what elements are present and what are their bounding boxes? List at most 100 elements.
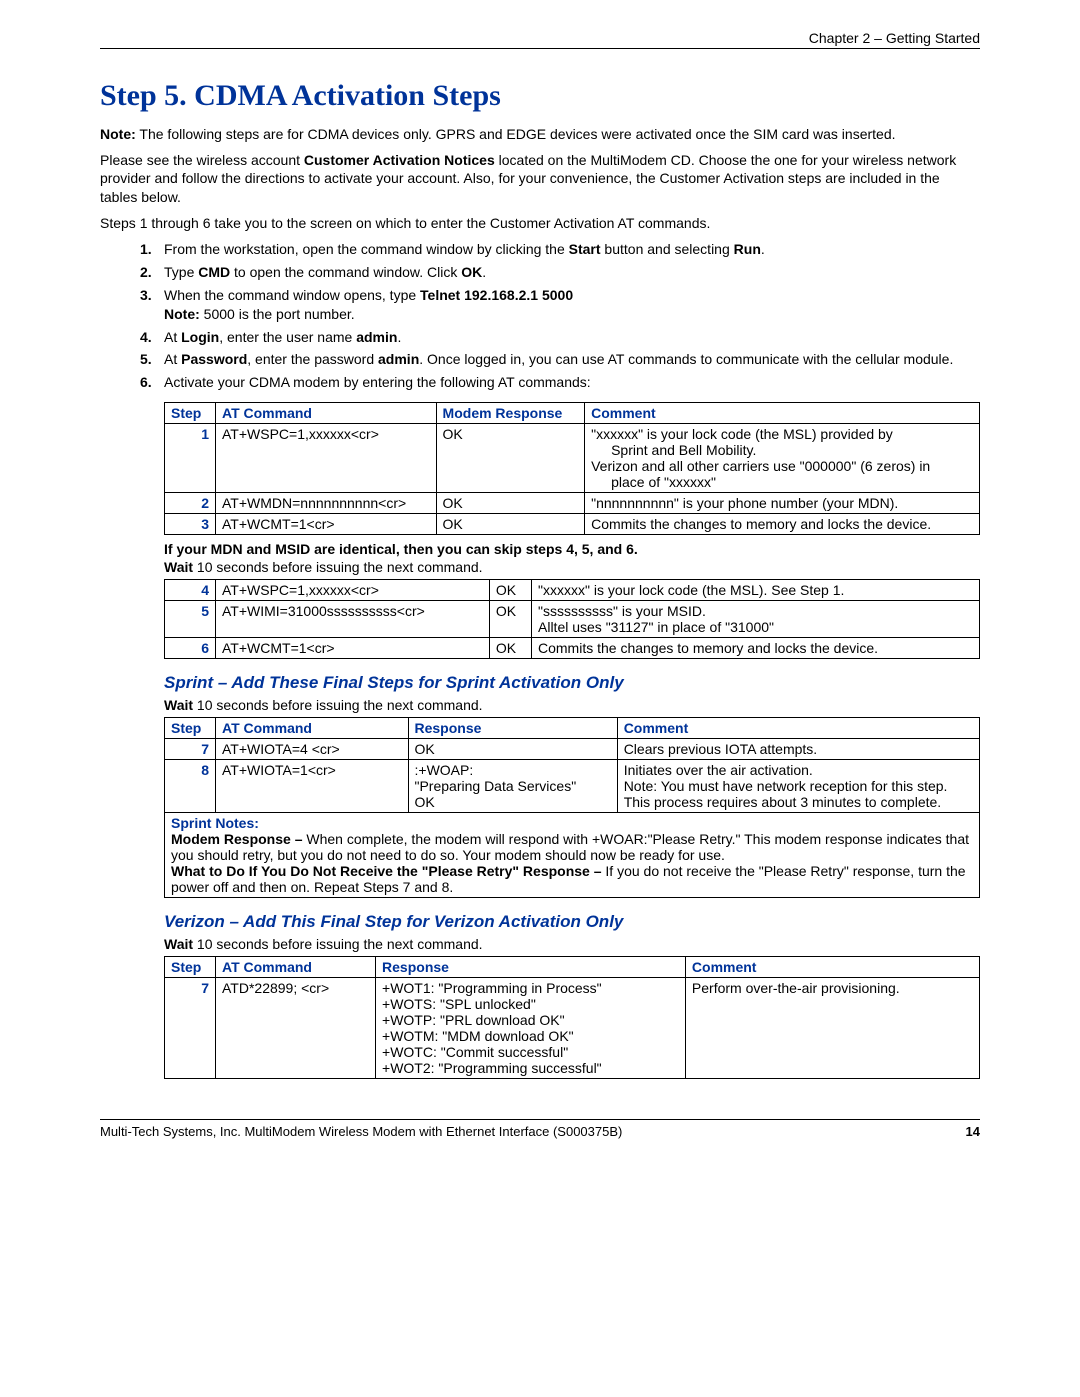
cell-comment: "xxxxxx" is your lock code (the MSL). Se… [532,580,980,601]
table-row: 1 AT+WSPC=1,xxxxxx<cr> OK "xxxxxx" is yo… [165,424,980,493]
text: OK [415,794,435,810]
th-step: Step [165,718,216,739]
text-bold: Wait [164,697,193,713]
verizon-heading: Verizon – Add This Final Step for Verizo… [164,912,980,932]
text: At [164,329,181,345]
sprint-notes-label: Sprint Notes: [171,815,259,831]
text: :+WOAP: [415,762,474,778]
text: When the command window opens, type [164,287,420,303]
text: +WOTS: "SPL unlocked" [382,996,536,1012]
cell-cmd: AT+WCMT=1<cr> [216,514,437,535]
text: From the workstation, open the command w… [164,241,569,257]
th-at-command: AT Command [216,403,437,424]
cell-step: 8 [165,760,216,813]
step-4: 4. At Login, enter the user name admin. [140,328,980,347]
text: 10 seconds before issuing the next comma… [193,697,483,713]
cell-resp: OK [408,739,617,760]
th-step: Step [165,403,216,424]
th-step: Step [165,957,216,978]
cell-cmd: AT+WIMI=31000ssssssssss<cr> [216,601,490,638]
text-bold: OK [461,264,482,280]
at-command-table-2: 4 AT+WSPC=1,xxxxxx<cr> OK "xxxxxx" is yo… [164,579,980,659]
text-bold: admin [356,329,397,345]
text: Alltel uses "31127" in place of "31000" [538,619,774,635]
verizon-section: Verizon – Add This Final Step for Verizo… [164,912,980,1079]
text: Initiates over the air activation. [624,762,813,778]
wait-note: Wait 10 seconds before issuing the next … [164,559,980,575]
text: This process requires about 3 minutes to… [624,794,942,810]
table-row: 7 ATD*22899; <cr> +WOT1: "Programming in… [165,978,980,1079]
cell-resp: OK [489,638,531,659]
text-bold: Telnet 192.168.2.1 5000 [420,287,573,303]
cell-step: 7 [165,978,216,1079]
sprint-notes-cell: Sprint Notes: Modem Response – When comp… [165,813,980,898]
th-modem-response: Modem Response [436,403,585,424]
skip-steps-note: If your MDN and MSID are identical, then… [164,541,980,557]
page: Chapter 2 – Getting Started Step 5. CDMA… [0,0,1080,1179]
note-text: The following steps are for CDMA devices… [136,126,896,142]
cell-comment: "xxxxxx" is your lock code (the MSL) pro… [585,424,980,493]
text-bold: What to Do If You Do Not Receive the "Pl… [171,863,605,879]
text: "ssssssssss" is your MSID. [538,603,706,619]
text: Note: You must have network reception fo… [624,778,948,794]
wait-note-verizon: Wait 10 seconds before issuing the next … [164,936,980,952]
text-bold: admin [378,351,419,367]
table1-block: Step AT Command Modem Response Comment 1… [164,402,980,659]
sprint-section: Sprint – Add These Final Steps for Sprin… [164,673,980,898]
text-bold: CMD [198,264,230,280]
text: , enter the password [247,351,378,367]
cell-comment: Commits the changes to memory and locks … [585,514,980,535]
text: At [164,351,181,367]
text: . [761,241,765,257]
page-number: 14 [966,1124,980,1139]
step-2: 2. Type CMD to open the command window. … [140,263,980,282]
text-bold: Wait [164,936,193,952]
text-bold: Customer Activation Notices [304,152,495,168]
footer: Multi-Tech Systems, Inc. MultiModem Wire… [100,1119,980,1139]
th-response: Response [408,718,617,739]
sprint-table: Step AT Command Response Comment 7 AT+WI… [164,717,980,898]
note-paragraph: Note: The following steps are for CDMA d… [100,125,980,143]
cell-cmd: AT+WIOTA=4 <cr> [216,739,409,760]
note-label: Note: [100,126,136,142]
cell-cmd: AT+WIOTA=1<cr> [216,760,409,813]
text: . [397,329,401,345]
th-comment: Comment [617,718,979,739]
table-row: 6 AT+WCMT=1<cr> OK Commits the changes t… [165,638,980,659]
text: button and selecting [601,241,734,257]
cell-cmd: AT+WSPC=1,xxxxxx<cr> [216,424,437,493]
cell-resp: OK [489,601,531,638]
text: Activate your CDMA modem by entering the… [164,374,591,390]
customer-notices-paragraph: Please see the wireless account Customer… [100,151,980,206]
cell-resp: OK [436,493,585,514]
at-command-table-1: Step AT Command Modem Response Comment 1… [164,402,980,535]
text-bold: Wait [164,559,193,575]
step-5: 5. At Password, enter the password admin… [140,350,980,369]
th-at-command: AT Command [216,718,409,739]
cell-resp: OK [436,424,585,493]
cell-step: 2 [165,493,216,514]
text: Verizon and all other carriers use "0000… [591,458,930,474]
text: 10 seconds before issuing the next comma… [193,936,483,952]
text: +WOTM: "MDM download OK" [382,1028,574,1044]
text: . [482,264,486,280]
table-row-notes: Sprint Notes: Modem Response – When comp… [165,813,980,898]
cell-comment: Perform over-the-air provisioning. [685,978,979,1079]
text-bold: Login [181,329,219,345]
step-3: 3. When the command window opens, type T… [140,286,980,324]
text: +WOTP: "PRL download OK" [382,1012,565,1028]
text: to open the command window. Click [230,264,461,280]
verizon-table: Step AT Command Response Comment 7 ATD*2… [164,956,980,1079]
table-row: 7 AT+WIOTA=4 <cr> OK Clears previous IOT… [165,739,980,760]
text: +WOT1: "Programming in Process" [382,980,602,996]
header-chapter: Chapter 2 – Getting Started [100,30,980,49]
text-bold: Start [569,241,601,257]
cell-step: 7 [165,739,216,760]
text: Please see the wireless account [100,152,304,168]
text-bold: Modem Response – [171,831,306,847]
cell-step: 5 [165,601,216,638]
footer-text: Multi-Tech Systems, Inc. MultiModem Wire… [100,1124,622,1139]
text: "Preparing Data Services" [415,778,577,794]
cell-comment: Clears previous IOTA attempts. [617,739,979,760]
cell-comment: "nnnnnnnnnn" is your phone number (your … [585,493,980,514]
